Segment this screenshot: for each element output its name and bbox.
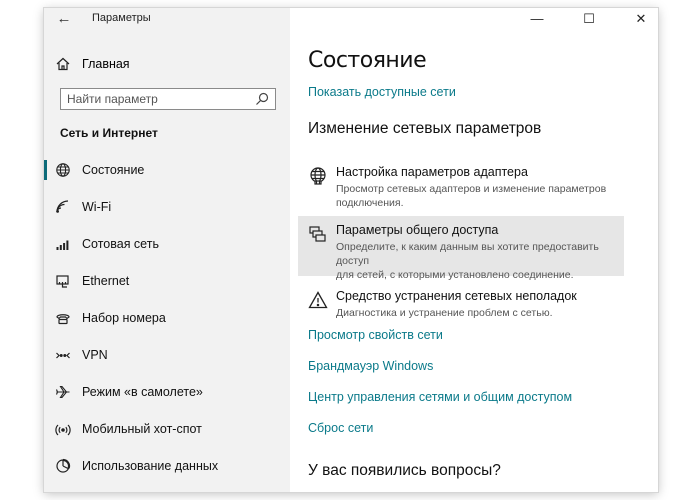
ethernet-icon <box>55 273 71 289</box>
minimize-button[interactable]: — <box>520 8 554 30</box>
sidebar-item-home[interactable]: Главная <box>44 54 290 76</box>
setting-description: Определите, к каким данным вы хотите пре… <box>336 240 614 282</box>
airplane-icon <box>55 384 71 400</box>
title-bar-left: ← Параметры <box>44 8 290 30</box>
active-indicator <box>44 160 47 180</box>
sidebar-item-ethernet[interactable]: Ethernet <box>44 267 290 304</box>
cellular-icon <box>55 236 71 252</box>
back-button[interactable]: ← <box>52 10 76 28</box>
search-icon[interactable] <box>255 92 269 106</box>
network-properties-link[interactable]: Просмотр свойств сети <box>308 328 572 359</box>
wifi-icon <box>55 199 71 215</box>
questions-header: У вас появились вопросы? <box>308 462 501 479</box>
sidebar-item-cellular[interactable]: Сотовая сеть <box>44 230 290 267</box>
main-content: — ☐ ✕ Состояние Показать доступные сети … <box>290 8 658 492</box>
settings-window: ← Параметры Главная Сеть и Интернет <box>44 8 658 492</box>
maximize-button[interactable]: ☐ <box>572 8 606 30</box>
sidebar-item-hotspot[interactable]: Мобильный хот-спот <box>44 415 290 452</box>
setting-description: Диагностика и устранение проблем с сетью… <box>336 306 614 320</box>
home-label: Главная <box>82 57 130 71</box>
sharing-settings-item[interactable]: Параметры общего доступа Определите, к к… <box>298 216 624 281</box>
sidebar: ← Параметры Главная Сеть и Интернет <box>44 8 290 492</box>
setting-title: Настройка параметров адаптера <box>336 165 528 179</box>
page-title: Состояние <box>308 48 427 73</box>
search-input[interactable] <box>61 89 252 109</box>
sidebar-item-airplane-mode[interactable]: Режим «в самолете» <box>44 378 290 415</box>
sidebar-item-label: Состояние <box>82 163 145 177</box>
sidebar-nav: Состояние Wi-Fi Сотовая сеть Ethernet На… <box>44 156 290 489</box>
vpn-icon <box>55 347 71 363</box>
sidebar-item-vpn[interactable]: VPN <box>44 341 290 378</box>
setting-description-line: Определите, к каким данным вы хотите пре… <box>336 241 599 267</box>
search-box <box>60 88 276 110</box>
setting-title: Параметры общего доступа <box>336 223 499 237</box>
windows-firewall-link[interactable]: Брандмауэр Windows <box>308 359 572 390</box>
adapter-icon <box>308 166 328 186</box>
data-usage-icon <box>55 458 71 474</box>
show-available-networks-link[interactable]: Показать доступные сети <box>308 85 456 99</box>
sharing-icon <box>308 224 328 244</box>
close-button[interactable]: ✕ <box>624 8 658 30</box>
sidebar-item-label: VPN <box>82 348 108 362</box>
section-title: Сеть и Интернет <box>60 126 158 140</box>
related-links: Просмотр свойств сети Брандмауэр Windows… <box>308 328 572 452</box>
sidebar-item-label: Мобильный хот-спот <box>82 422 202 436</box>
setting-description-line: Диагностика и устранение проблем с сетью… <box>336 307 553 319</box>
setting-title: Средство устранения сетевых неполадок <box>336 289 577 303</box>
sidebar-item-label: Режим «в самолете» <box>82 385 203 399</box>
network-sharing-center-link[interactable]: Центр управления сетями и общим доступом <box>308 390 572 421</box>
sidebar-item-label: Ethernet <box>82 274 130 288</box>
sidebar-item-status[interactable]: Состояние <box>44 156 290 193</box>
sidebar-item-label: Набор номера <box>82 311 166 325</box>
sidebar-item-wifi[interactable]: Wi-Fi <box>44 193 290 230</box>
warning-icon <box>308 290 328 310</box>
setting-description: Просмотр сетевых адаптеров и изменение п… <box>336 182 614 210</box>
setting-description-line: Просмотр сетевых адаптеров и изменение п… <box>336 183 607 195</box>
hotspot-icon <box>55 421 71 437</box>
home-icon <box>55 56 71 72</box>
sidebar-item-data-usage[interactable]: Использование данных <box>44 452 290 489</box>
app-title: Параметры <box>92 12 151 24</box>
sidebar-item-label: Использование данных <box>82 459 219 473</box>
network-reset-link[interactable]: Сброс сети <box>308 421 572 452</box>
adapter-settings-item[interactable]: Настройка параметров адаптера Просмотр с… <box>298 158 624 216</box>
sidebar-item-label: Wi-Fi <box>82 200 112 214</box>
sidebar-item-dialup[interactable]: Набор номера <box>44 304 290 341</box>
dialup-icon <box>55 310 71 326</box>
change-settings-header: Изменение сетевых параметров <box>308 120 542 137</box>
network-troubleshooter-item[interactable]: Средство устранения сетевых неполадок Ди… <box>298 282 624 326</box>
setting-description-line: подключения. <box>336 197 404 209</box>
globe-icon <box>55 162 71 178</box>
sidebar-item-label: Сотовая сеть <box>82 237 159 251</box>
setting-description-line: для сетей, с которыми установлено соедин… <box>336 269 574 281</box>
